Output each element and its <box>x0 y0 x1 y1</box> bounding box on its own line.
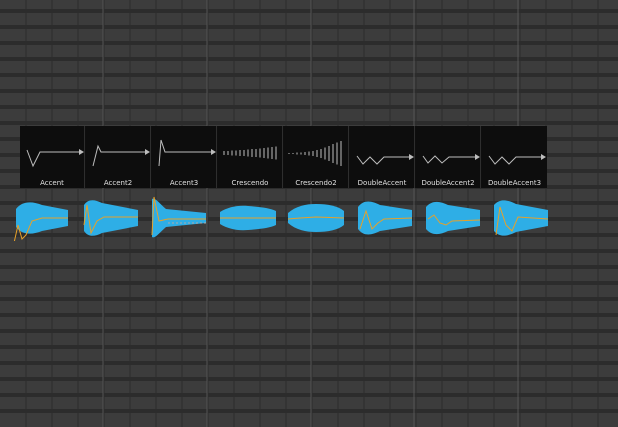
preset-label: Crescendo <box>231 179 269 187</box>
preset-label: Accent2 <box>103 179 133 187</box>
doubleaccent2-envelope-icon <box>422 154 480 164</box>
accent3-envelope-icon <box>158 139 216 167</box>
crescendo-envelope-icon <box>223 146 277 160</box>
accent-envelope-icon <box>26 149 84 168</box>
preset-label: DoubleAccent <box>357 179 407 187</box>
preset-strip: Accent Accent2 Accent3 Crescendo Crescen… <box>20 126 547 188</box>
doubleaccent3-envelope-icon <box>488 154 546 165</box>
preset-label: Crescendo2 <box>295 179 337 187</box>
waveform-preview-crescendo2[interactable] <box>286 195 346 241</box>
preset-label: DoubleAccent3 <box>487 179 542 187</box>
waveform-preview-doubleaccent[interactable] <box>356 195 416 241</box>
preset-tile-doubleaccent2[interactable]: DoubleAccent2 <box>416 126 481 188</box>
waveform-preview-accent3[interactable] <box>150 195 210 241</box>
crescendo2-envelope-icon <box>288 141 342 166</box>
preset-tile-crescendo2[interactable]: Crescendo2 <box>284 126 349 188</box>
preset-tile-doubleaccent3[interactable]: DoubleAccent3 <box>482 126 547 188</box>
waveform-preview-accent2[interactable] <box>82 195 142 241</box>
doubleaccent-envelope-icon <box>356 154 414 165</box>
preset-tile-accent[interactable]: Accent <box>20 126 85 188</box>
waveform-preview-doubleaccent2[interactable] <box>424 195 484 241</box>
preset-tile-accent2[interactable]: Accent2 <box>86 126 151 188</box>
waveform-preview-doubleaccent3[interactable] <box>492 195 552 241</box>
preset-label: DoubleAccent2 <box>421 179 475 187</box>
waveform-preview-crescendo[interactable] <box>218 195 278 241</box>
preset-tile-doubleaccent[interactable]: DoubleAccent <box>350 126 415 188</box>
accent2-envelope-icon <box>92 144 150 167</box>
waveform-preview-accent[interactable] <box>12 195 72 241</box>
preset-tile-crescendo[interactable]: Crescendo <box>218 126 283 188</box>
preset-tile-accent3[interactable]: Accent3 <box>152 126 217 188</box>
preset-label: Accent3 <box>169 179 199 187</box>
preset-label: Accent <box>40 179 64 187</box>
